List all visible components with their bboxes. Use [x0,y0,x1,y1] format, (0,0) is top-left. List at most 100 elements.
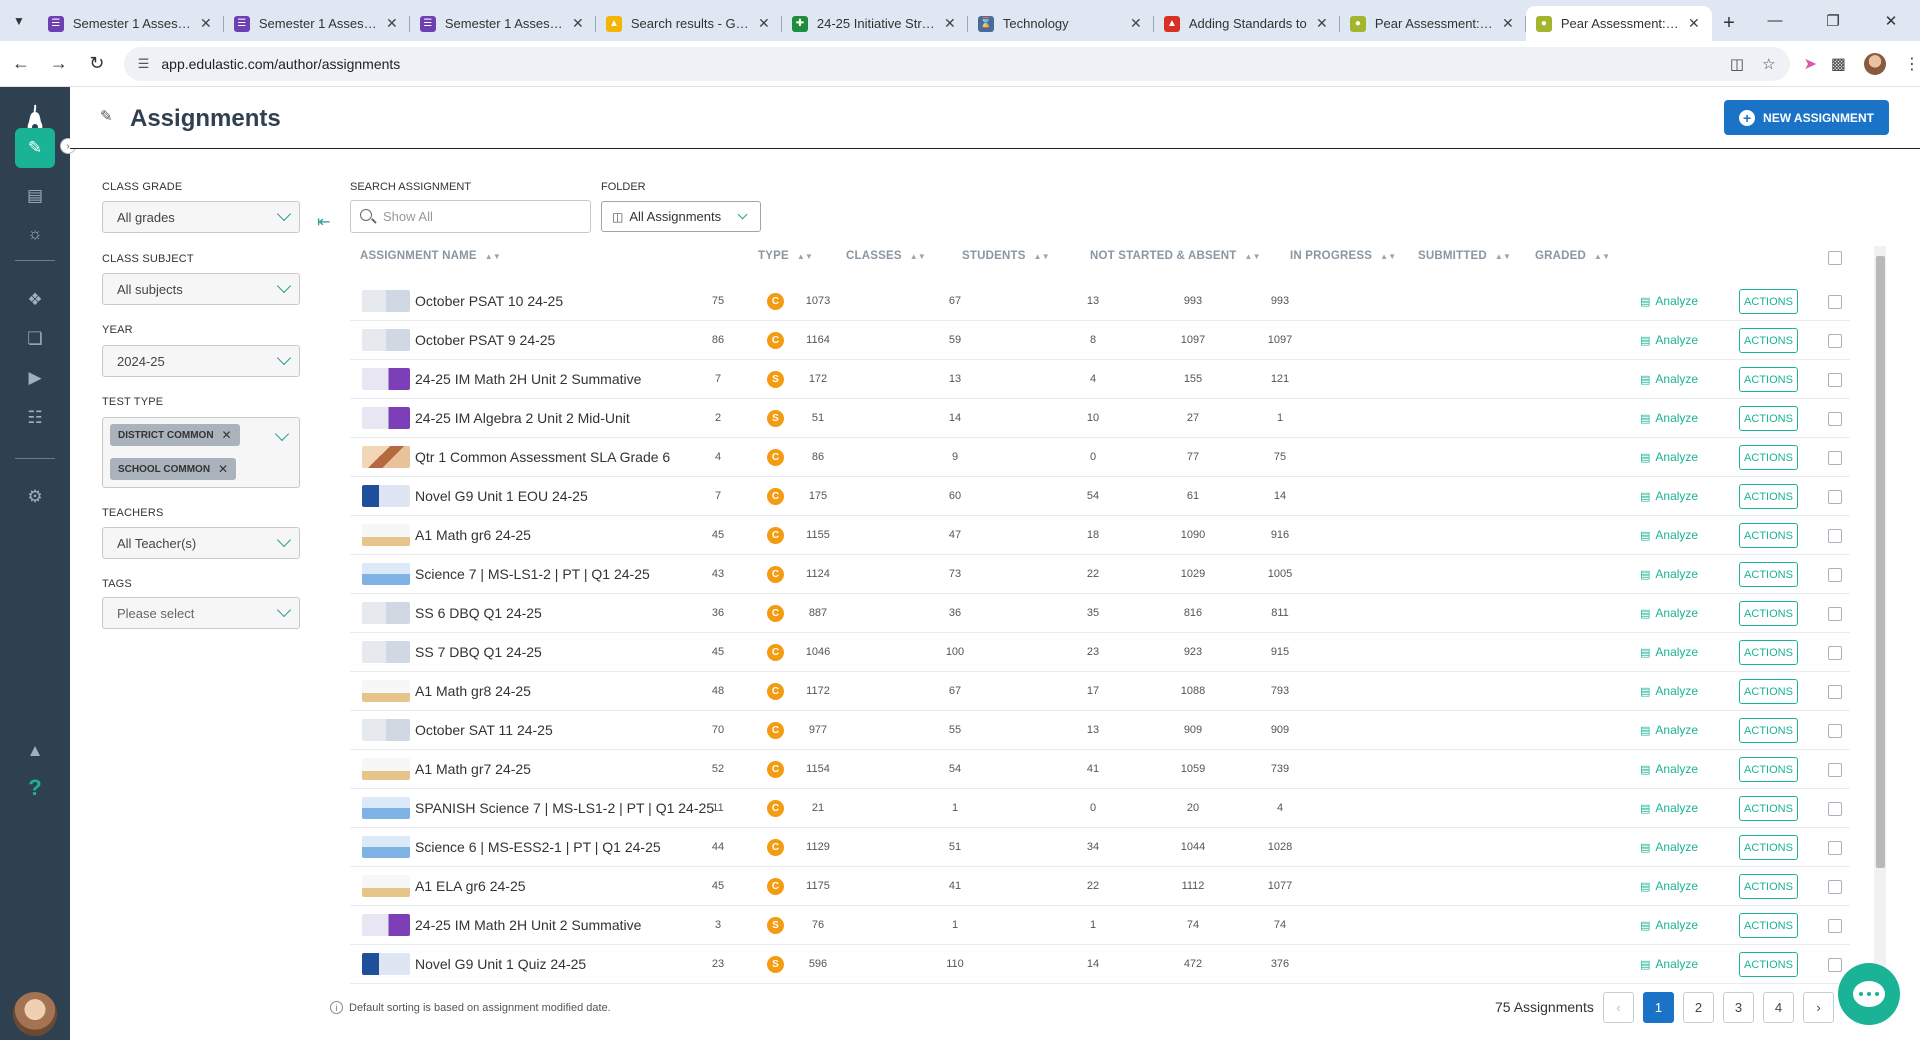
video-icon[interactable]: ▶ [15,358,55,398]
assignment-name[interactable]: A1 Math gr8 24-25 [415,683,531,699]
analyze-link[interactable]: ▤ Analyze [1640,411,1698,425]
close-tab-icon[interactable]: ✕ [1314,15,1330,32]
actions-button[interactable]: ACTIONS [1739,874,1798,899]
col-students[interactable]: STUDENTS ▲▼ [962,250,1050,262]
assignment-name[interactable]: 24-25 IM Math 2H Unit 2 Summative [415,917,641,933]
minimize-icon[interactable]: — [1746,0,1804,41]
table-row[interactable]: Qtr 1 Common Assessment SLA Grade 6 C 4 86 9… [350,438,1850,477]
analyze-link[interactable]: ▤ Analyze [1640,879,1698,893]
table-row[interactable]: October SAT 11 24-25 C 70 977 55 13 909 909 ▤ Ana… [350,711,1850,750]
row-checkbox[interactable] [1828,529,1842,543]
test-type-multiselect[interactable]: DISTRICT COMMON ✕ SCHOOL COMMON ✕ [102,417,300,488]
page-4-button[interactable]: 4 [1763,992,1794,1023]
assignment-name[interactable]: SS 7 DBQ Q1 24-25 [415,644,542,660]
close-tab-icon[interactable]: ✕ [384,15,400,32]
page-1-button[interactable]: 1 [1643,992,1674,1023]
actions-button[interactable]: ACTIONS [1739,367,1798,392]
table-row[interactable]: A1 ELA gr6 24-25 C 45 1175 41 22 1112 1077 ▤ Anal… [350,867,1850,906]
assignment-name[interactable]: A1 Math gr7 24-25 [415,761,531,777]
col-in-progress[interactable]: IN PROGRESS ▲▼ [1290,250,1396,262]
analyze-link[interactable]: ▤ Analyze [1640,684,1698,698]
assignment-name[interactable]: October PSAT 9 24-25 [415,332,555,348]
rocket-icon[interactable]: ▲ [15,731,55,771]
analyze-link[interactable]: ▤ Analyze [1640,801,1698,815]
prev-page-icon[interactable]: ‹ [1603,992,1634,1023]
table-row[interactable]: October PSAT 9 24-25 C 86 1164 59 8 1097 1097 ▤ A… [350,321,1850,360]
browser-tab[interactable]: ● Pear Assessment: For ✕ [1340,6,1526,41]
class-grade-select[interactable]: All grades [102,201,300,233]
page-2-button[interactable]: 2 [1683,992,1714,1023]
remove-chip-icon[interactable]: ✕ [222,428,232,442]
actions-button[interactable]: ACTIONS [1739,406,1798,431]
analyze-link[interactable]: ▤ Analyze [1640,723,1698,737]
address-bar[interactable]: ☰ app.edulastic.com/author/assignments ◫… [123,46,1790,81]
row-checkbox[interactable] [1828,412,1842,426]
browser-tab[interactable]: ⌛ Technology ✕ [968,6,1154,41]
analyze-link[interactable]: ▤ Analyze [1640,840,1698,854]
test-library-icon[interactable]: ❏ [15,319,55,359]
analyze-link[interactable]: ▤ Analyze [1640,957,1698,971]
analyze-link[interactable]: ▤ Analyze [1640,762,1698,776]
remove-chip-icon[interactable]: ✕ [218,462,228,476]
collapse-filters-icon[interactable]: ⇤ [317,212,330,232]
col-assignment-name[interactable]: ASSIGNMENT NAME ▲▼ [360,250,501,262]
browser-tab[interactable]: ☰ Semester 1 Assessme ✕ [410,6,596,41]
row-checkbox[interactable] [1828,451,1842,465]
table-row[interactable]: SPANISH Science 7 | MS-LS1-2 | PT | Q1 2… [350,789,1850,828]
row-checkbox[interactable] [1828,295,1842,309]
row-checkbox[interactable] [1828,334,1842,348]
table-row[interactable]: SS 6 DBQ Q1 24-25 C 36 887 36 35 816 811 ▤ Analyz… [350,594,1850,633]
actions-button[interactable]: ACTIONS [1739,484,1798,509]
analyze-link[interactable]: ▤ Analyze [1640,450,1698,464]
table-row[interactable]: Novel G9 Unit 1 Quiz 24-25 S 23 596 110 14 472… [350,945,1850,984]
row-checkbox[interactable] [1828,490,1842,504]
table-row[interactable]: A1 Math gr8 24-25 C 48 1172 67 17 1088 793 ▤ Anal… [350,672,1850,711]
new-assignment-button[interactable]: + NEW ASSIGNMENT [1724,100,1889,135]
item-bank-icon[interactable]: ❖ [15,280,55,320]
actions-button[interactable]: ACTIONS [1739,796,1798,821]
actions-button[interactable]: ACTIONS [1739,601,1798,626]
settings-gear-icon[interactable]: ⚙ [15,477,55,517]
chat-support-icon[interactable] [1838,963,1900,1025]
next-page-icon[interactable]: › [1803,992,1834,1023]
actions-button[interactable]: ACTIONS [1739,445,1798,470]
table-scrollbar-thumb[interactable] [1876,256,1885,868]
insights-lightbulb-icon[interactable]: ☼ [15,214,55,254]
col-type[interactable]: TYPE ▲▼ [758,250,813,262]
restore-icon[interactable]: ❐ [1804,0,1862,41]
browser-tab[interactable]: ☰ Semester 1 Assessme ✕ [38,6,224,41]
search-assignment-input[interactable] [383,209,573,224]
browser-menu-icon[interactable]: ⋮ [1904,54,1920,74]
browser-profile-avatar[interactable] [1864,52,1886,75]
assignments-clipboard-icon[interactable]: ✎ [15,128,55,168]
table-row[interactable]: A1 Math gr6 24-25 C 45 1155 47 18 1090 916 ▤ Anal… [350,516,1850,555]
close-window-icon[interactable]: ✕ [1862,0,1920,41]
year-select[interactable]: 2024-25 [102,345,300,377]
analyze-link[interactable]: ▤ Analyze [1640,294,1698,308]
col-classes[interactable]: CLASSES ▲▼ [846,250,926,262]
row-checkbox[interactable] [1828,763,1842,777]
assignment-name[interactable]: SPANISH Science 7 | MS-LS1-2 | PT | Q1 2… [415,800,714,816]
extension-icon[interactable]: ➤ [1804,54,1817,74]
folder-select[interactable]: ◫ All Assignments [601,201,761,232]
close-tab-icon[interactable]: ✕ [1686,15,1702,32]
actions-button[interactable]: ACTIONS [1739,835,1798,860]
forward-arrow-icon[interactable]: → [42,47,76,81]
actions-button[interactable]: ACTIONS [1739,328,1798,353]
table-row[interactable]: October PSAT 10 24-25 C 75 1073 67 13 993 993 ▤ A… [350,282,1850,321]
new-tab-plus-icon[interactable]: + [1712,6,1746,41]
close-tab-icon[interactable]: ✕ [756,15,772,32]
reports-bar-chart-icon[interactable]: ▤ [15,176,55,216]
browser-tab[interactable]: ☰ Semester 1 Assessme ✕ [224,6,410,41]
analyze-link[interactable]: ▤ Analyze [1640,333,1698,347]
col-submitted[interactable]: SUBMITTED ▲▼ [1418,250,1511,262]
analyze-link[interactable]: ▤ Analyze [1640,372,1698,386]
assignment-name[interactable]: A1 ELA gr6 24-25 [415,878,526,894]
assignment-name[interactable]: October SAT 11 24-25 [415,722,553,738]
assignment-name[interactable]: 24-25 IM Algebra 2 Unit 2 Mid-Unit [415,410,630,426]
close-tab-icon[interactable]: ✕ [1500,15,1516,32]
row-checkbox[interactable] [1828,373,1842,387]
row-checkbox[interactable] [1828,958,1842,972]
row-checkbox[interactable] [1828,724,1842,738]
site-info-icon[interactable]: ☰ [138,56,150,72]
